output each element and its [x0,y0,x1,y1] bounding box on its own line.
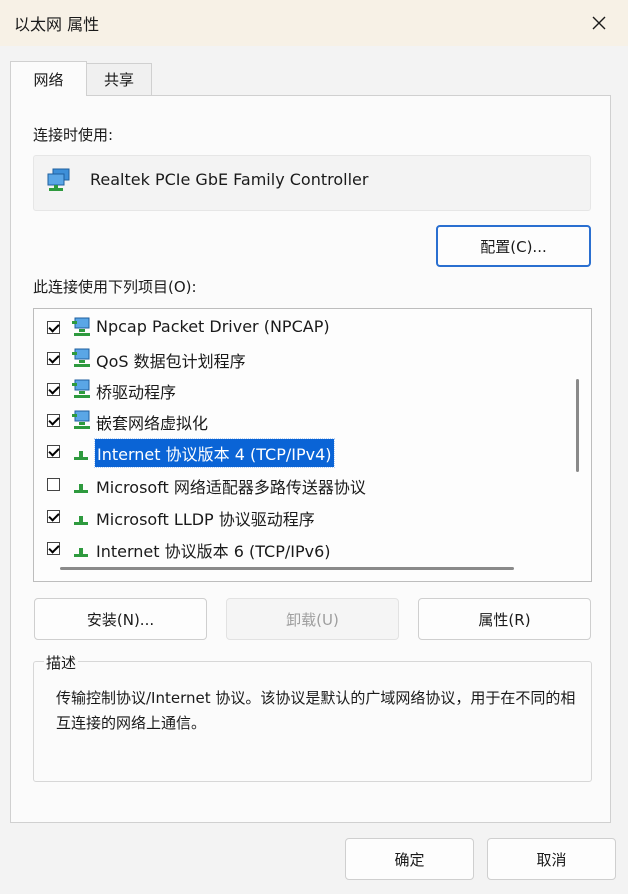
tab-network[interactable]: 网络 [10,61,87,96]
item-checkbox[interactable] [47,542,60,555]
configure-button[interactable]: 配置(C)... [436,225,591,267]
protocol-icon [74,548,88,557]
items-list[interactable]: Npcap Packet Driver (NPCAP) QoS 数据包计划程序 … [33,308,592,582]
close-icon [592,16,606,30]
network-service-icon [72,379,90,398]
protocol-icon [74,451,88,460]
vertical-scrollbar[interactable] [576,379,579,472]
list-item[interactable]: 桥驱动程序 [34,375,564,403]
protocol-icon [74,516,88,525]
description-legend: 描述 [44,652,79,673]
title-bar: 以太网 属性 [0,0,628,46]
item-label: Internet 协议版本 6 (TCP/IPv6) [96,542,331,561]
item-checkbox[interactable] [47,383,60,396]
install-button[interactable]: 安装(N)... [34,598,207,640]
tab-sharing[interactable]: 共享 [86,63,152,95]
close-button[interactable] [570,0,628,46]
item-label: 桥驱动程序 [96,383,177,402]
item-label: Microsoft 网络适配器多路传送器协议 [96,478,366,497]
uninstall-button[interactable]: 卸载(U) [226,598,399,640]
item-label: Npcap Packet Driver (NPCAP) [96,317,330,336]
network-adapter-icon [47,168,70,191]
item-checkbox[interactable] [47,510,60,523]
list-item[interactable]: QoS 数据包计划程序 [34,344,564,372]
items-list-label: 此连接使用下列项目(O): [33,278,197,296]
item-checkbox[interactable] [47,445,60,458]
network-service-icon [72,317,90,336]
item-label: Microsoft LLDP 协议驱动程序 [96,510,315,529]
list-item[interactable]: Microsoft LLDP 协议驱动程序 [34,502,564,530]
cancel-button[interactable]: 取消 [487,838,616,880]
network-service-icon [72,348,90,367]
properties-button[interactable]: 属性(R) [418,598,591,640]
list-item[interactable]: Internet 协议版本 6 (TCP/IPv6) [34,534,564,562]
list-item[interactable]: Npcap Packet Driver (NPCAP) [34,313,564,341]
list-item-selected[interactable]: Internet 协议版本 4 (TCP/IPv4) [34,437,564,468]
ok-button[interactable]: 确定 [345,838,474,880]
connect-using-label: 连接时使用: [33,126,114,144]
item-checkbox[interactable] [47,352,60,365]
description-text: 传输控制协议/Internet 协议。该协议是默认的广域网络协议，用于在不同的相… [56,689,576,732]
item-checkbox[interactable] [47,478,60,491]
protocol-icon [74,484,88,493]
item-checkbox[interactable] [47,414,60,427]
item-label: 嵌套网络虚拟化 [96,414,209,433]
list-item[interactable]: 嵌套网络虚拟化 [34,406,564,434]
item-checkbox[interactable] [47,321,60,334]
list-item[interactable]: Microsoft 网络适配器多路传送器协议 [34,470,564,498]
adapter-box: Realtek PCIe GbE Family Controller [33,155,591,211]
network-service-icon [72,410,90,429]
adapter-name: Realtek PCIe GbE Family Controller [90,170,369,189]
item-label: Internet 协议版本 4 (TCP/IPv4) [94,438,335,468]
window-title: 以太网 属性 [14,15,100,34]
horizontal-scrollbar[interactable] [60,567,514,570]
item-label: QoS 数据包计划程序 [96,352,246,371]
